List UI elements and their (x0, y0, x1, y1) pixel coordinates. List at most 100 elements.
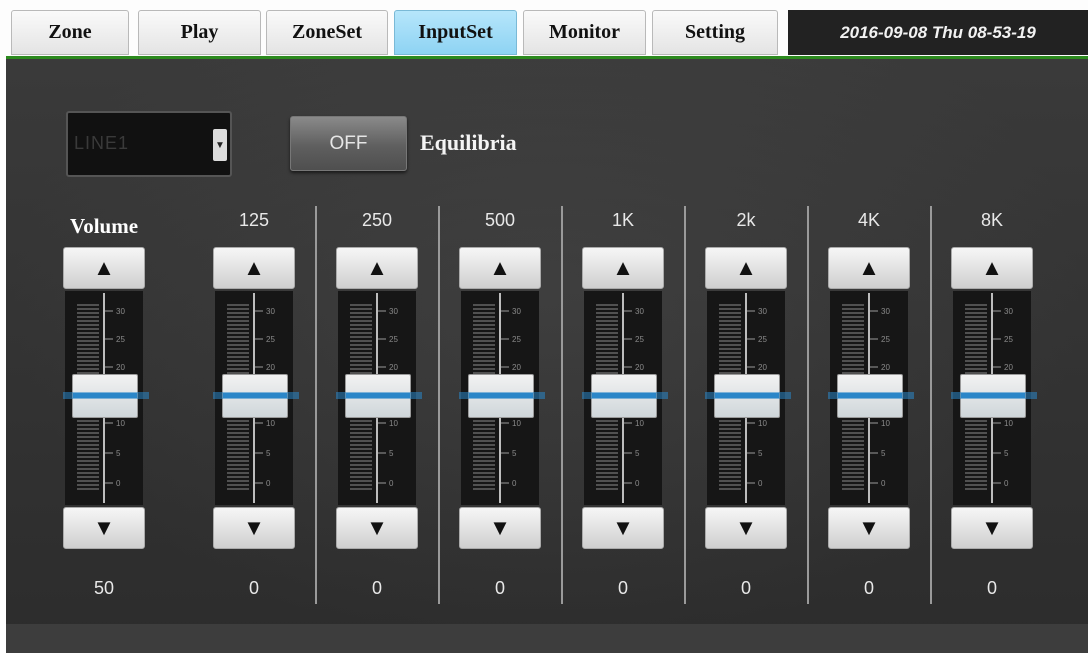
scale-tick-label: 30 (881, 307, 890, 316)
fader-track[interactable]: 302520151050 (705, 291, 791, 505)
decrease-button[interactable]: ▼ (63, 507, 145, 549)
thumb-indicator (223, 393, 287, 398)
tab-setting[interactable]: Setting (652, 10, 778, 55)
scale-tick-label: 0 (512, 479, 517, 488)
triangle-up-icon: ▲ (981, 255, 1003, 280)
triangle-up-icon: ▲ (93, 255, 115, 280)
top-bar: Zone Play ZoneSet InputSet Monitor Setti… (0, 0, 1088, 58)
channel-label: 1K (611, 210, 635, 230)
channel-label: 250 (361, 210, 393, 230)
scale-tick-label: 10 (266, 419, 275, 428)
triangle-up-icon: ▲ (612, 255, 634, 280)
scale-tick-label: 10 (1004, 419, 1013, 428)
triangle-down-icon: ▼ (243, 515, 265, 540)
channel-separator (930, 206, 932, 604)
tab-inputset[interactable]: InputSet (394, 10, 517, 55)
scale-tick-label: 30 (266, 307, 275, 316)
decrease-button[interactable]: ▼ (336, 507, 418, 549)
increase-button[interactable]: ▲ (63, 247, 145, 289)
increase-button[interactable]: ▲ (459, 247, 541, 289)
fader-track[interactable]: 302520151050 (336, 291, 422, 505)
scale-tick-label: 10 (389, 419, 398, 428)
decrease-button[interactable]: ▼ (951, 507, 1033, 549)
scale-tick-label: 10 (881, 419, 890, 428)
fader-thumb[interactable] (63, 374, 149, 418)
thumb-indicator (592, 393, 656, 398)
scale-tick-label: 0 (881, 479, 886, 488)
scale-tick-label: 5 (635, 449, 640, 458)
tab-monitor[interactable]: Monitor (523, 10, 646, 55)
fader-track[interactable]: 302520151050 (63, 291, 149, 505)
channel-label: 8K (980, 210, 1004, 230)
tab-zone[interactable]: Zone (11, 10, 129, 55)
scale-tick-label: 30 (389, 307, 398, 316)
chevron-down-icon[interactable]: ▼ (213, 129, 227, 161)
channel-label: 4K (857, 210, 881, 230)
fader-thumb[interactable] (951, 374, 1037, 418)
tab-play[interactable]: Play (138, 10, 261, 55)
equilibria-toggle-button[interactable]: OFF (290, 116, 407, 171)
channel-strip-volume: Volume▲302520151050▼50 (62, 205, 185, 605)
decrease-button[interactable]: ▼ (213, 507, 295, 549)
triangle-down-icon: ▼ (366, 515, 388, 540)
fader-track[interactable]: 302520151050 (828, 291, 914, 505)
increase-button[interactable]: ▲ (336, 247, 418, 289)
scale-tick-label: 5 (881, 449, 886, 458)
channel-label: 125 (238, 210, 270, 230)
fader-thumb[interactable] (582, 374, 668, 418)
thumb-indicator (961, 393, 1025, 398)
fader-track[interactable]: 302520151050 (951, 291, 1037, 505)
channel-value: 0 (248, 578, 259, 598)
scale-tick-label: 25 (116, 335, 125, 344)
input-source-select[interactable]: LINE1 ▼ (66, 111, 232, 177)
scale-tick-label: 0 (1004, 479, 1009, 488)
channel-label: 2k (736, 210, 756, 230)
fader-thumb[interactable] (459, 374, 545, 418)
triangle-up-icon: ▲ (489, 255, 511, 280)
channel-value: 0 (740, 578, 751, 598)
scale-tick-label: 5 (512, 449, 517, 458)
scale-tick-label: 25 (1004, 335, 1013, 344)
decrease-button[interactable]: ▼ (828, 507, 910, 549)
scale-tick-label: 10 (116, 419, 125, 428)
equilibria-label: Equilibria (420, 130, 517, 155)
scale-tick-label: 20 (389, 363, 398, 372)
fader-thumb[interactable] (213, 374, 299, 418)
scale-tick-label: 5 (389, 449, 394, 458)
scale-tick-label: 25 (635, 335, 644, 344)
triangle-down-icon: ▼ (981, 515, 1003, 540)
fader-thumb[interactable] (336, 374, 422, 418)
scale-tick-label: 20 (635, 363, 644, 372)
increase-button[interactable]: ▲ (705, 247, 787, 289)
increase-button[interactable]: ▲ (828, 247, 910, 289)
decrease-button[interactable]: ▼ (459, 507, 541, 549)
triangle-up-icon: ▲ (243, 255, 265, 280)
increase-button[interactable]: ▲ (951, 247, 1033, 289)
decrease-button[interactable]: ▼ (582, 507, 664, 549)
channel-separator (438, 206, 440, 604)
scale-tick-label: 5 (758, 449, 763, 458)
channel-separator (807, 206, 809, 604)
fader-track[interactable]: 302520151050 (582, 291, 668, 505)
fader-track[interactable]: 302520151050 (459, 291, 545, 505)
fader-track[interactable]: 302520151050 (213, 291, 299, 505)
channel-value: 0 (863, 578, 874, 598)
scale-tick-label: 10 (635, 419, 644, 428)
channel-value: 50 (93, 578, 115, 598)
scale-tick-label: 0 (266, 479, 271, 488)
fader-thumb[interactable] (705, 374, 791, 418)
tab-zoneset[interactable]: ZoneSet (266, 10, 388, 55)
increase-button[interactable]: ▲ (582, 247, 664, 289)
scale-tick-label: 0 (758, 479, 763, 488)
scale-tick-label: 25 (512, 335, 521, 344)
scale-tick-label: 25 (758, 335, 767, 344)
increase-button[interactable]: ▲ (213, 247, 295, 289)
triangle-down-icon: ▼ (735, 515, 757, 540)
channel-value: 0 (494, 578, 505, 598)
channel-value: 0 (617, 578, 628, 598)
triangle-up-icon: ▲ (858, 255, 880, 280)
triangle-down-icon: ▼ (93, 515, 115, 540)
decrease-button[interactable]: ▼ (705, 507, 787, 549)
scale-tick-label: 20 (512, 363, 521, 372)
fader-thumb[interactable] (828, 374, 914, 418)
